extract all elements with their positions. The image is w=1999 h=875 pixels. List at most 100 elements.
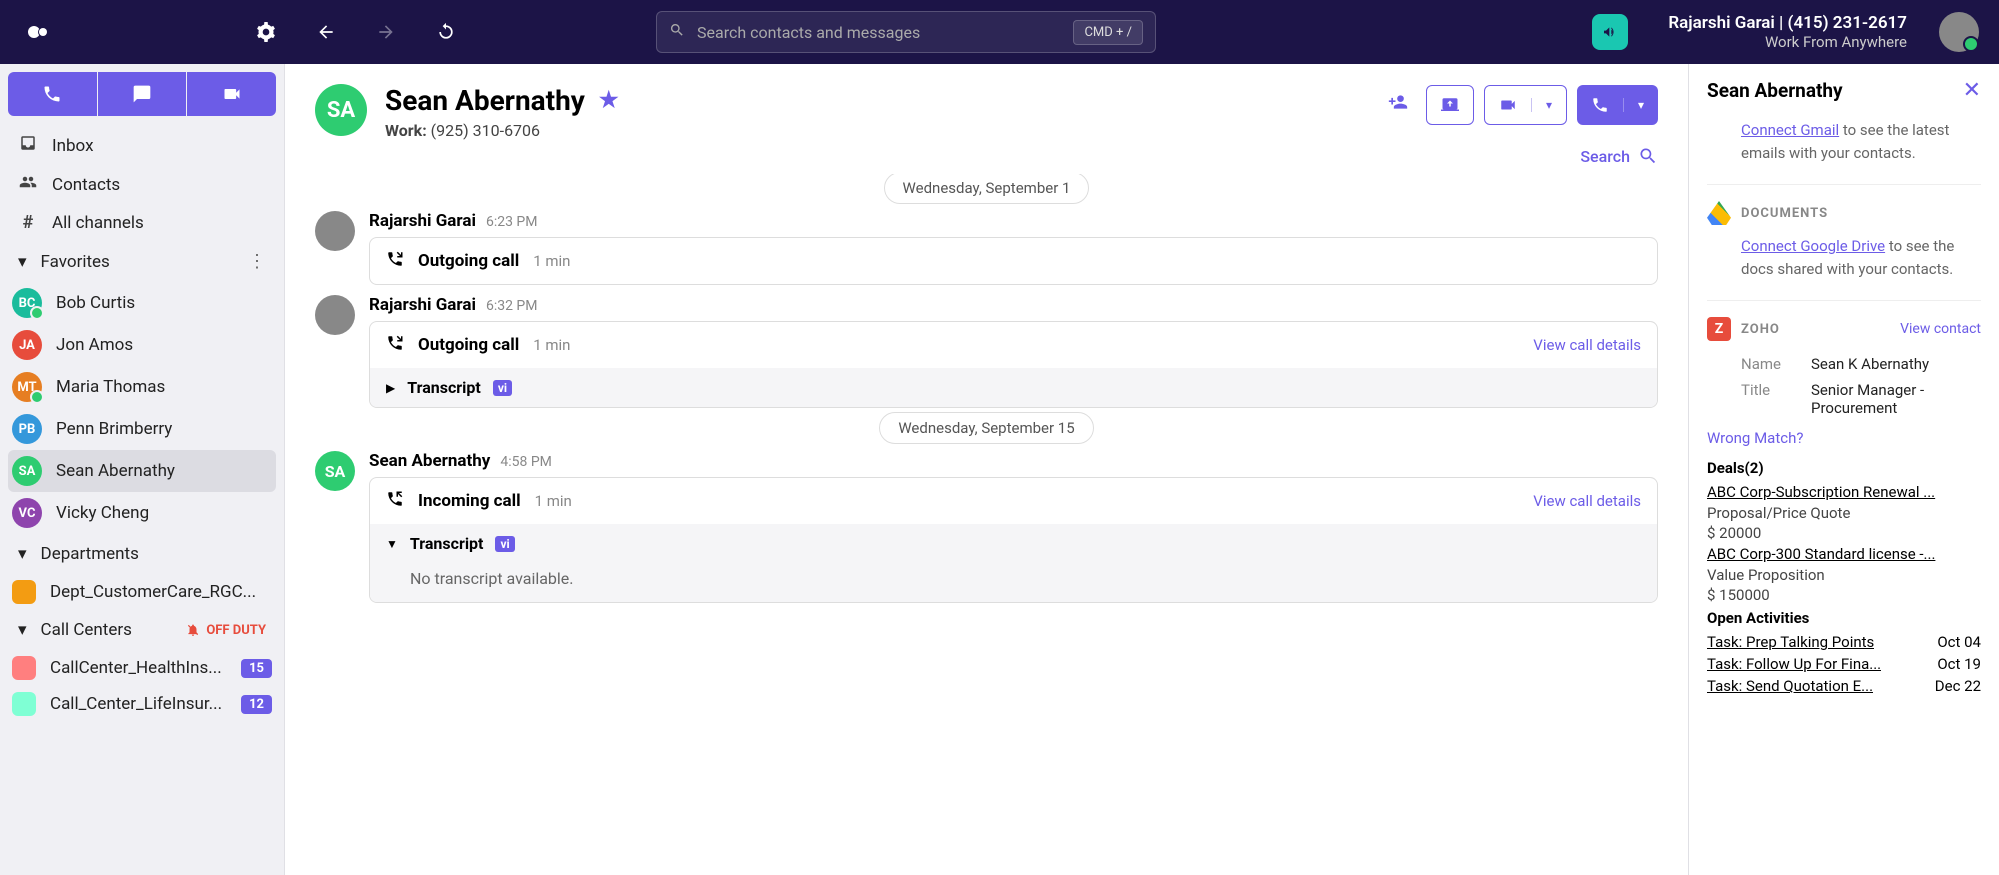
entry-author: Rajarshi Garai [369,295,476,315]
favorite-name: Penn Brimberry [56,419,172,439]
screen-share-button[interactable] [1426,85,1474,125]
dept-icon [12,580,36,604]
nav-inbox[interactable]: Inbox [8,126,276,165]
close-icon[interactable]: ✕ [1963,78,1981,103]
details-panel: Sean Abernathy ✕ Connect Gmail to see th… [1689,64,1999,875]
user-info[interactable]: Rajarshi Garai | (415) 231-2617 Work Fro… [1668,13,1907,51]
callcenters-header[interactable]: ▾ Call Centers OFF DUTY [8,610,276,650]
back-icon[interactable] [316,22,336,42]
user-name-phone: Rajarshi Garai | (415) 231-2617 [1668,13,1907,33]
favorites-header[interactable]: ▾ Favorites ⋮ [8,241,276,282]
nav-hash[interactable]: #All channels [8,204,276,241]
off-duty-badge: OFF DUTY [186,623,266,638]
chevron-right-icon: ▶ [386,381,395,395]
sidebar-favorite[interactable]: SASean Abernathy [8,450,276,492]
zoho-icon: Z [1707,317,1731,341]
video-dropdown-icon[interactable]: ▾ [1531,98,1566,112]
sidebar-favorite[interactable]: PBPenn Brimberry [8,408,276,450]
date-separator: Wednesday, September 1 [315,178,1658,197]
avatar [315,211,355,251]
zoho-field: Name Sean K Abernathy [1707,351,1981,377]
deal-link[interactable]: ABC Corp-Subscription Renewal ... [1707,481,1981,503]
connect-gmail-link[interactable]: Connect Gmail [1741,121,1839,139]
vi-badge: vi [495,536,514,552]
app-logo[interactable] [20,14,56,50]
gdrive-connect-text: Connect Google Drive to see the docs sha… [1707,235,1981,280]
nav-label: Contacts [52,175,120,195]
sidebar-favorite[interactable]: BCBob Curtis [8,282,276,324]
view-contact-link[interactable]: View contact [1900,321,1981,337]
view-call-details-link[interactable]: View call details [1533,492,1641,510]
entry-time: 6:32 PM [486,298,538,314]
call-direction-icon [386,334,404,356]
field-label: Name [1741,355,1791,373]
call-card: Outgoing call 1 min View call details ▶Tran… [369,321,1658,408]
favorites-more-icon[interactable]: ⋮ [248,251,266,272]
add-contact-icon[interactable] [1380,84,1416,125]
star-icon[interactable]: ★ [599,88,619,113]
favorite-name: Jon Amos [56,335,133,355]
user-status: Work From Anywhere [1668,33,1907,51]
activity-row: Task: Send Quotation E...Dec 22 [1707,675,1981,697]
refresh-icon[interactable] [436,22,456,42]
departments-label: Departments [41,544,139,564]
chevron-down-icon: ▾ [18,252,27,272]
avatar: SA [315,451,355,491]
timeline: Wednesday, September 1Rajarshi Garai6:23… [285,174,1688,875]
activity-link[interactable]: Task: Prep Talking Points [1707,633,1874,651]
sidebar-department[interactable]: Dept_CustomerCare_RGC... [8,574,276,610]
sidebar-favorite[interactable]: JAJon Amos [8,324,276,366]
panel-title: Sean Abernathy [1707,79,1843,102]
user-avatar[interactable] [1939,12,1979,52]
documents-label: DOCUMENTS [1741,206,1828,221]
gmail-connect-text: Connect Gmail to see the latest emails w… [1707,119,1981,164]
new-call-button[interactable] [8,72,97,116]
call-type: Incoming call [418,491,521,511]
inbox-icon [18,134,38,157]
new-message-button[interactable] [98,72,187,116]
sidebar-favorite[interactable]: MTMaria Thomas [8,366,276,408]
deal-link[interactable]: ABC Corp-300 Standard license -... [1707,543,1981,565]
search-icon [1638,146,1658,166]
settings-icon[interactable] [256,22,276,42]
entry-time: 4:58 PM [500,454,552,470]
activity-link[interactable]: Task: Follow Up For Fina... [1707,655,1881,673]
nav-label: Inbox [52,136,94,156]
search-box[interactable]: CMD + / [656,11,1156,53]
entry-author: Sean Abernathy [369,451,490,471]
video-call-button[interactable]: ▾ [1484,85,1567,125]
transcript-toggle[interactable]: ▶Transcriptvi [370,368,1657,407]
announce-button[interactable] [1592,14,1628,50]
sidebar-callcenter[interactable]: Call_Center_LifeInsur...12 [8,686,276,722]
call-type: Outgoing call [418,335,519,355]
favorite-name: Sean Abernathy [56,461,175,481]
sidebar: Inbox Contacts #All channels ▾ Favorites ⋮… [0,64,285,875]
call-dropdown-icon[interactable]: ▾ [1623,98,1658,112]
voice-call-button[interactable]: ▾ [1577,85,1658,125]
sidebar-callcenter[interactable]: CallCenter_HealthIns...15 [8,650,276,686]
search-input[interactable] [697,23,1061,42]
nav-label: All channels [52,213,144,233]
new-video-button[interactable] [187,72,276,116]
forward-icon [376,22,396,42]
activity-date: Oct 04 [1937,633,1981,651]
timeline-search[interactable]: Search [285,146,1688,174]
nav-contacts[interactable]: Contacts [8,165,276,204]
wrong-match-link[interactable]: Wrong Match? [1707,421,1981,455]
connect-gdrive-link[interactable]: Connect Google Drive [1741,237,1885,255]
transcript-toggle[interactable]: ▼Transcriptvi [370,524,1657,563]
field-value: Sean K Abernathy [1811,355,1981,373]
activity-link[interactable]: Task: Send Quotation E... [1707,677,1873,695]
contacts-icon [18,173,38,196]
deal-stage: Value Proposition [1707,565,1981,585]
zoho-label: ZOHO [1741,322,1780,337]
date-separator: Wednesday, September 15 [315,418,1658,437]
departments-header[interactable]: ▾ Departments [8,534,276,574]
call-duration: 1 min [533,336,570,354]
sidebar-favorite[interactable]: VCVicky Cheng [8,492,276,534]
activity-row: Task: Prep Talking Points Oct 04 [1707,631,1981,653]
call-direction-icon [386,250,404,272]
view-call-details-link[interactable]: View call details [1533,336,1641,354]
call-direction-icon [386,490,404,512]
search-kbd-hint: CMD + / [1073,20,1143,45]
